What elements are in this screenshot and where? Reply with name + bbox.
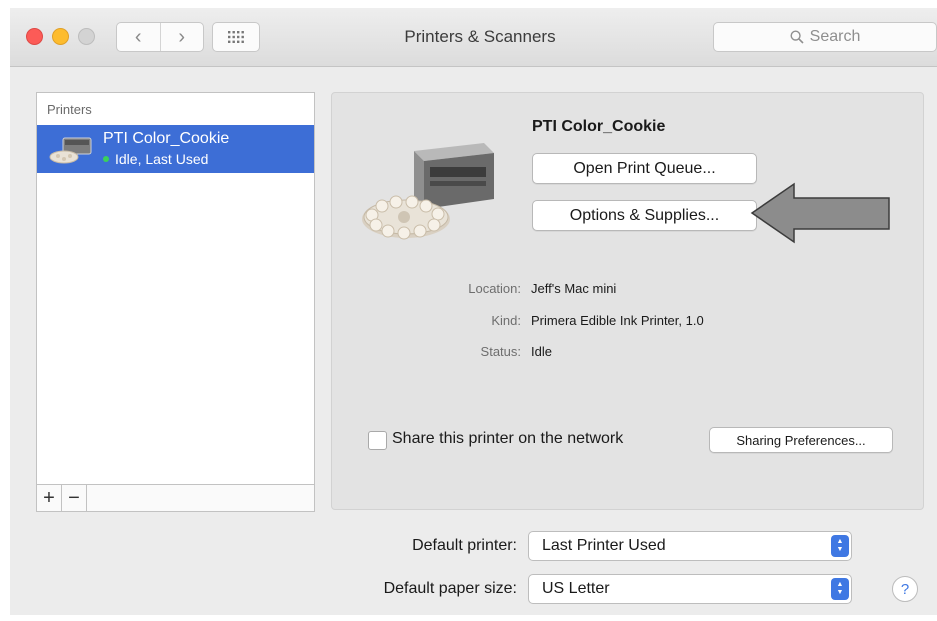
- printer-detail-panel: PTI Color_Cookie Open Print Queue... Opt…: [331, 92, 924, 510]
- status-dot-icon: [103, 156, 109, 162]
- default-paper-value: US Letter: [542, 580, 610, 597]
- default-printer-value: Last Printer Used: [542, 537, 666, 554]
- default-paper-select[interactable]: US Letter ▲ ▼: [528, 574, 852, 604]
- add-printer-button[interactable]: +: [37, 485, 62, 511]
- share-printer-checkbox[interactable]: [368, 431, 387, 450]
- printers-list-header: Printers: [47, 102, 92, 117]
- default-printer-label: Default printer:: [412, 537, 517, 554]
- back-button[interactable]: ‹: [117, 23, 160, 51]
- location-label: Location:: [468, 281, 521, 296]
- search-placeholder: Search: [809, 28, 861, 45]
- navigation-buttons: ‹ ›: [116, 22, 204, 52]
- printer-detail-name: PTI Color_Cookie: [532, 118, 666, 135]
- default-paper-label: Default paper size:: [383, 580, 517, 597]
- close-window-button[interactable]: [26, 28, 43, 45]
- printers-scanners-window: ‹ › Printers & Scanners Search Printers …: [10, 8, 937, 615]
- default-printer-select[interactable]: Last Printer Used ▲ ▼: [528, 531, 852, 561]
- remove-printer-button[interactable]: −: [62, 485, 87, 511]
- printer-status-text: Idle, Last Used: [115, 151, 209, 167]
- printer-image: [362, 143, 494, 240]
- minimize-window-button[interactable]: [52, 28, 69, 45]
- status-value: Idle: [531, 344, 552, 359]
- status-label: Status:: [480, 344, 521, 359]
- forward-button[interactable]: ›: [159, 23, 204, 51]
- footer-spacer: [87, 485, 314, 511]
- sharing-preferences-button[interactable]: Sharing Preferences...: [709, 427, 893, 453]
- share-printer-label[interactable]: Share this printer on the network: [392, 430, 623, 448]
- window-title: Printers & Scanners: [404, 27, 556, 46]
- search-icon: [790, 30, 804, 44]
- select-stepper-icon: ▲ ▼: [831, 578, 849, 600]
- open-print-queue-button[interactable]: Open Print Queue...: [532, 153, 757, 184]
- search-field[interactable]: Search: [713, 22, 937, 52]
- help-button[interactable]: ?: [892, 576, 918, 602]
- zoom-window-button[interactable]: [78, 28, 95, 45]
- title-bar: ‹ › Printers & Scanners Search: [10, 8, 937, 67]
- list-footer: + −: [37, 484, 314, 511]
- printer-name: PTI Color_Cookie: [103, 130, 230, 147]
- location-value: Jeff's Mac mini: [531, 281, 617, 296]
- printers-list: Printers PTI Color_Cookie Idle, Last Use…: [36, 92, 315, 512]
- annotation-arrow-icon: [750, 182, 890, 244]
- chevron-right-icon: ›: [178, 25, 186, 48]
- printer-list-item[interactable]: PTI Color_Cookie Idle, Last Used: [37, 125, 314, 173]
- printer-status: Idle, Last Used: [103, 151, 208, 167]
- printer-thumbnail-icon: [49, 137, 92, 164]
- grid-icon: [228, 31, 244, 43]
- select-stepper-icon: ▲ ▼: [831, 535, 849, 557]
- chevron-left-icon: ‹: [134, 25, 142, 48]
- kind-label: Kind:: [491, 313, 521, 328]
- show-all-button[interactable]: [212, 22, 260, 52]
- options-supplies-button[interactable]: Options & Supplies...: [532, 200, 757, 231]
- kind-value: Primera Edible Ink Printer, 1.0: [531, 313, 704, 328]
